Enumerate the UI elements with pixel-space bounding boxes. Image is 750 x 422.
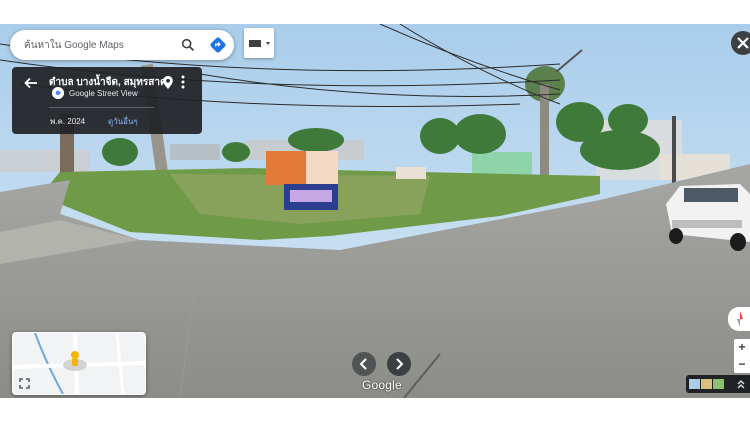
search-icon[interactable]: [180, 37, 196, 53]
navigate-forward-button[interactable]: [387, 352, 411, 376]
directions-icon[interactable]: [209, 36, 227, 54]
chevron-left-icon: [359, 358, 367, 370]
location-title: ตำบล บางน้ำจืด, สมุทรสาคร: [49, 77, 173, 88]
navigate-back-button[interactable]: [352, 352, 376, 376]
search-box: ค้นหาใน Google Maps: [10, 30, 234, 60]
search-input[interactable]: ค้นหาใน Google Maps: [24, 38, 124, 53]
pin-icon[interactable]: [162, 75, 174, 90]
mini-map-canvas: [13, 333, 145, 394]
source-label: Google Street View: [69, 89, 138, 98]
keyboard-icon: [249, 40, 270, 47]
keyboard-shortcuts-button[interactable]: [244, 28, 274, 58]
compass-button[interactable]: [728, 307, 750, 331]
chevron-right-icon: [396, 358, 404, 370]
mini-map[interactable]: [12, 332, 146, 395]
utility-pole: [672, 116, 676, 186]
back-arrow-icon[interactable]: [24, 77, 38, 89]
thumbnail[interactable]: [689, 379, 700, 389]
more-options-icon[interactable]: [180, 75, 186, 89]
compass-icon: [737, 311, 743, 327]
google-g-icon: [52, 87, 64, 99]
divider: [49, 107, 154, 108]
street-view-viewport[interactable]: ค้นหาใน Google Maps ตำบล บางน้ำจืด, สมุท…: [0, 24, 750, 398]
close-icon: [737, 37, 749, 49]
zoom-control: + −: [734, 339, 750, 373]
thumbnail[interactable]: [701, 379, 712, 389]
thumbnail[interactable]: [713, 379, 724, 389]
close-button[interactable]: [731, 31, 750, 55]
google-watermark: Google: [362, 378, 402, 392]
chevron-up-icon: [737, 380, 745, 389]
capture-date: พ.ค. 2024: [50, 117, 86, 126]
photo-strip-toggle[interactable]: [686, 375, 750, 393]
location-info-card: ตำบล บางน้ำจืด, สมุทรสาคร Google Street …: [12, 67, 202, 134]
zoom-in-button[interactable]: +: [734, 339, 750, 356]
expand-map-icon[interactable]: [19, 378, 30, 389]
see-more-dates-link[interactable]: ดูวันอื่นๆ: [108, 115, 138, 128]
zoom-out-button[interactable]: −: [734, 356, 750, 373]
